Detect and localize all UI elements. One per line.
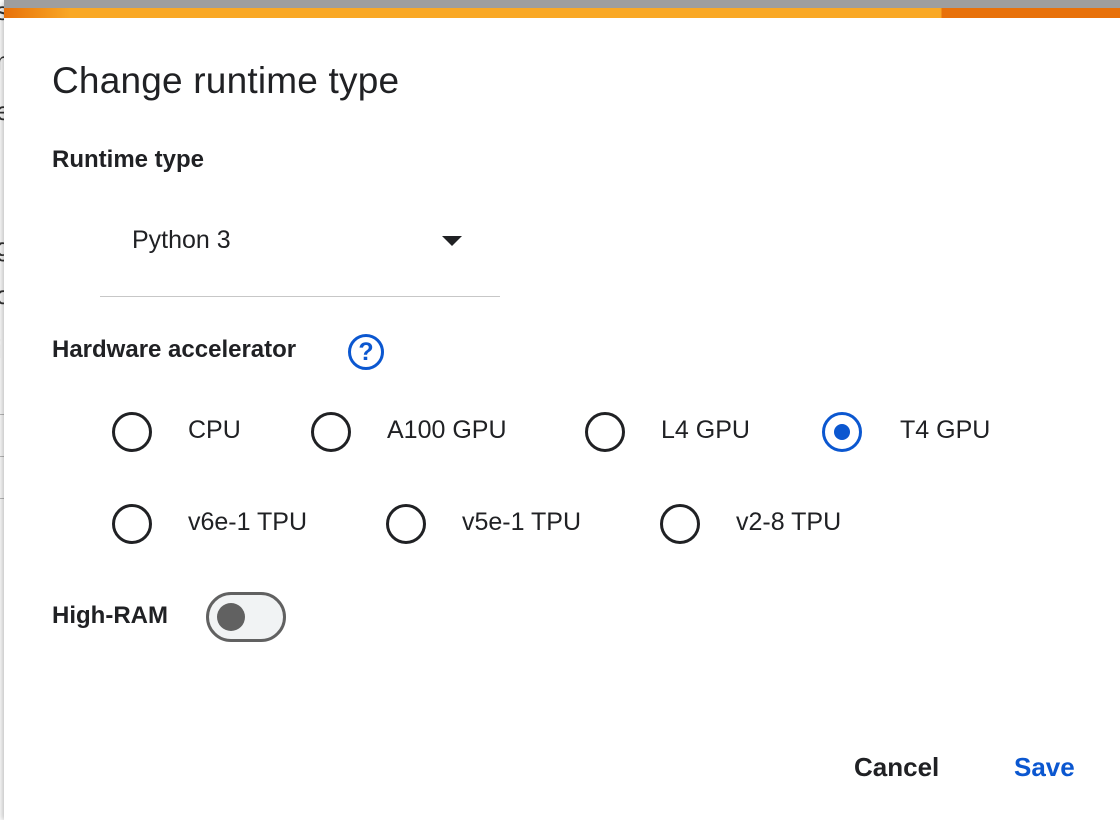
radio-button-icon (822, 412, 862, 452)
high-ram-toggle[interactable] (206, 592, 286, 642)
radio-button-icon (112, 412, 152, 452)
radio-label: v6e-1 TPU (188, 508, 308, 536)
radio-label: CPU (188, 416, 241, 444)
radio-label: v2-8 TPU (736, 508, 842, 536)
hardware-accelerator-label: Hardware accelerator (52, 336, 297, 363)
runtime-type-value: Python 3 (132, 226, 231, 254)
radio-label: v5e-1 TPU (462, 508, 582, 536)
radio-label: T4 GPU (900, 416, 991, 444)
radio-t4-gpu[interactable]: T4 GPU (822, 412, 1002, 456)
radio-cpu[interactable]: CPU (112, 412, 252, 456)
radio-button-icon (112, 504, 152, 544)
high-ram-label: High-RAM (52, 602, 168, 629)
radio-button-icon (585, 412, 625, 452)
background-text: i (0, 334, 2, 365)
radio-label: A100 GPU (387, 416, 507, 444)
dialog-accent-bar (4, 8, 1120, 18)
change-runtime-dialog: Change runtime type Runtime type Python … (4, 0, 1120, 820)
save-button[interactable]: Save (1014, 752, 1075, 783)
toggle-knob (217, 603, 245, 631)
radio-v2-8-tpu[interactable]: v2-8 TPU (660, 504, 860, 548)
radio-a100-gpu[interactable]: A100 GPU (311, 412, 521, 456)
radio-button-icon (386, 504, 426, 544)
radio-v5e-1-tpu[interactable]: v5e-1 TPU (386, 504, 601, 548)
runtime-type-select[interactable]: Python 3 (100, 210, 500, 297)
dropdown-arrow-icon (442, 236, 462, 246)
help-circle-icon[interactable]: ? (348, 334, 384, 370)
runtime-type-label: Runtime type (52, 146, 205, 173)
radio-button-icon (660, 504, 700, 544)
radio-button-icon (311, 412, 351, 452)
dialog-title: Change runtime type (52, 60, 400, 101)
radio-v6e-1-tpu[interactable]: v6e-1 TPU (112, 504, 327, 548)
cancel-button[interactable]: Cancel (854, 752, 939, 783)
dialog-top-edge (4, 0, 1120, 8)
radio-label: L4 GPU (661, 416, 750, 444)
radio-l4-gpu[interactable]: L4 GPU (585, 412, 765, 456)
